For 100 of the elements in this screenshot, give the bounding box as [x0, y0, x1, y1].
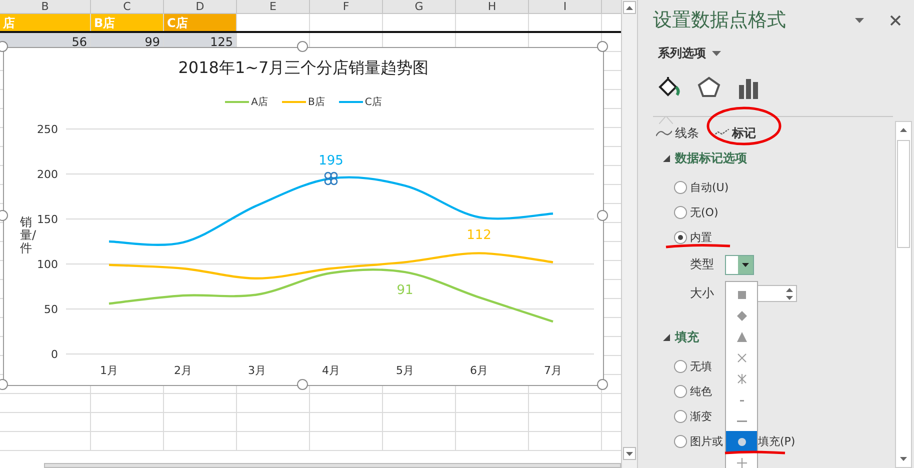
radio-label: 纯色	[690, 384, 712, 399]
bar-chart-icon	[738, 77, 760, 99]
horizontal-scrollbar[interactable]	[44, 463, 621, 468]
pentagon-icon	[697, 76, 721, 100]
selected-point-icon[interactable]	[324, 172, 338, 186]
radio-label: 无(O)	[690, 205, 718, 220]
circle-marker-icon	[738, 438, 746, 446]
star-marker-icon	[737, 373, 746, 384]
down-arrow-icon[interactable]	[626, 452, 633, 456]
resize-handle[interactable]	[0, 379, 8, 390]
resize-handle[interactable]	[0, 41, 8, 52]
data-label: 112	[466, 228, 492, 244]
field-label: 大小	[690, 285, 715, 302]
radio-label: 内置	[690, 230, 712, 245]
radio-label: 图片或	[690, 434, 723, 449]
radio-button[interactable]	[674, 385, 687, 398]
data-label: 91	[396, 283, 414, 298]
caret-icon	[742, 262, 749, 266]
cell-text: 56	[72, 35, 87, 49]
legend-label: C店	[364, 96, 382, 109]
axis-tick-label: 2月	[174, 364, 192, 377]
triangle-marker-icon	[736, 332, 746, 342]
radio-button[interactable]	[674, 410, 687, 423]
radio-button[interactable]	[674, 435, 687, 448]
section-title: 填充	[675, 328, 699, 346]
section-header[interactable]: 填充	[638, 324, 895, 350]
up-arrow-icon[interactable]	[626, 6, 633, 10]
caret-icon	[854, 18, 864, 22]
cell-text: 店	[3, 16, 15, 30]
down-arrow-icon[interactable]	[900, 457, 907, 461]
radio-label: 自动(U)	[690, 180, 729, 195]
legend-label: A店	[251, 96, 268, 109]
cell-text: 99	[144, 35, 160, 49]
chart-title: 2018年1~7月三个分店销量趋势图	[178, 58, 429, 77]
up-arrow-icon[interactable]	[900, 128, 907, 132]
hand-drawn-underline	[664, 243, 732, 249]
radio-label: 渐变	[690, 409, 712, 424]
field-label: 类型	[690, 256, 715, 273]
collapse-triangle-icon[interactable]	[663, 334, 670, 340]
radio-button[interactable]	[674, 206, 687, 219]
column-header[interactable]: B	[0, 0, 91, 13]
scroll-thumb[interactable]	[897, 140, 910, 248]
radio-label: 填充(P)	[758, 434, 796, 449]
tab[interactable]: 线条	[656, 124, 699, 142]
section-title: 数据标记选项	[675, 150, 747, 166]
chart-area[interactable]: 2018年1~7月三个分店销量趋势图 A店 B店 C店 销量/件 0 50 100 150 200 250 1月 2月 3月 4月 5月 6月 7月 195 112 91	[3, 47, 604, 386]
resize-handle[interactable]	[597, 41, 608, 52]
column-header[interactable]: H	[456, 0, 529, 13]
vertical-scrollbar[interactable]	[621, 0, 638, 468]
series-line[interactable]	[108, 268, 554, 323]
radio-button[interactable]	[674, 231, 687, 244]
pane-scrollbar[interactable]	[895, 121, 912, 468]
dash-marker-icon	[736, 420, 746, 422]
marker-type-dropdown[interactable]	[725, 254, 754, 274]
diamond-marker-icon	[736, 310, 746, 320]
resize-handle[interactable]	[597, 210, 608, 221]
column-header[interactable]: G	[383, 0, 456, 13]
axis-tick-label: 4月	[322, 364, 340, 377]
resize-handle[interactable]	[297, 41, 308, 52]
series-options-dropdown[interactable]: 系列选项	[638, 45, 914, 61]
column-header[interactable]: E	[237, 0, 310, 13]
axis-tick-label: 200	[37, 168, 58, 181]
cell-text: C店	[167, 16, 188, 30]
axis-tick-label: 3月	[248, 364, 266, 377]
axis-tick-label: 7月	[544, 364, 562, 377]
wave-line-icon	[656, 129, 672, 137]
hand-drawn-underline	[723, 450, 787, 456]
size-spinner[interactable]	[755, 285, 797, 302]
cell-text: B店	[94, 16, 116, 30]
x-marker-icon	[737, 353, 746, 362]
plus-marker-icon	[736, 457, 747, 468]
axis-tick-label: 6月	[470, 364, 488, 377]
cell-text: 125	[210, 35, 233, 49]
legend-label: B店	[308, 96, 325, 109]
collapse-triangle-icon[interactable]	[663, 154, 670, 162]
spin-arrows-icon	[786, 288, 793, 300]
series-line[interactable]	[108, 176, 554, 246]
axis-tick-label: 100	[37, 258, 58, 271]
axis-tick-label: 5月	[396, 364, 414, 377]
column-header[interactable]: F	[310, 0, 383, 13]
resize-handle[interactable]	[297, 379, 308, 390]
radio-button[interactable]	[674, 360, 687, 373]
axis-tick-label: 150	[37, 213, 58, 226]
marker-line-icon	[713, 129, 729, 137]
data-label: 195	[318, 154, 344, 168]
radio-button[interactable]	[674, 181, 687, 194]
column-header[interactable]: C	[91, 0, 164, 13]
caret-icon	[712, 50, 721, 56]
axis-tick-label: 1月	[100, 364, 118, 377]
resize-handle[interactable]	[597, 379, 608, 390]
section-header[interactable]: 数据标记选项	[638, 145, 895, 171]
column-header[interactable]: D	[164, 0, 237, 13]
column-header[interactable]: I	[529, 0, 602, 13]
list-option[interactable]	[726, 431, 757, 452]
axis-tick-label: 250	[37, 123, 58, 136]
pane-title: 设置数据点格式	[653, 8, 787, 33]
square-marker-icon	[738, 290, 746, 298]
axis-tick-label: 50	[44, 303, 58, 316]
resize-handle[interactable]	[0, 210, 8, 221]
axis-tick-label: 0	[51, 348, 58, 361]
